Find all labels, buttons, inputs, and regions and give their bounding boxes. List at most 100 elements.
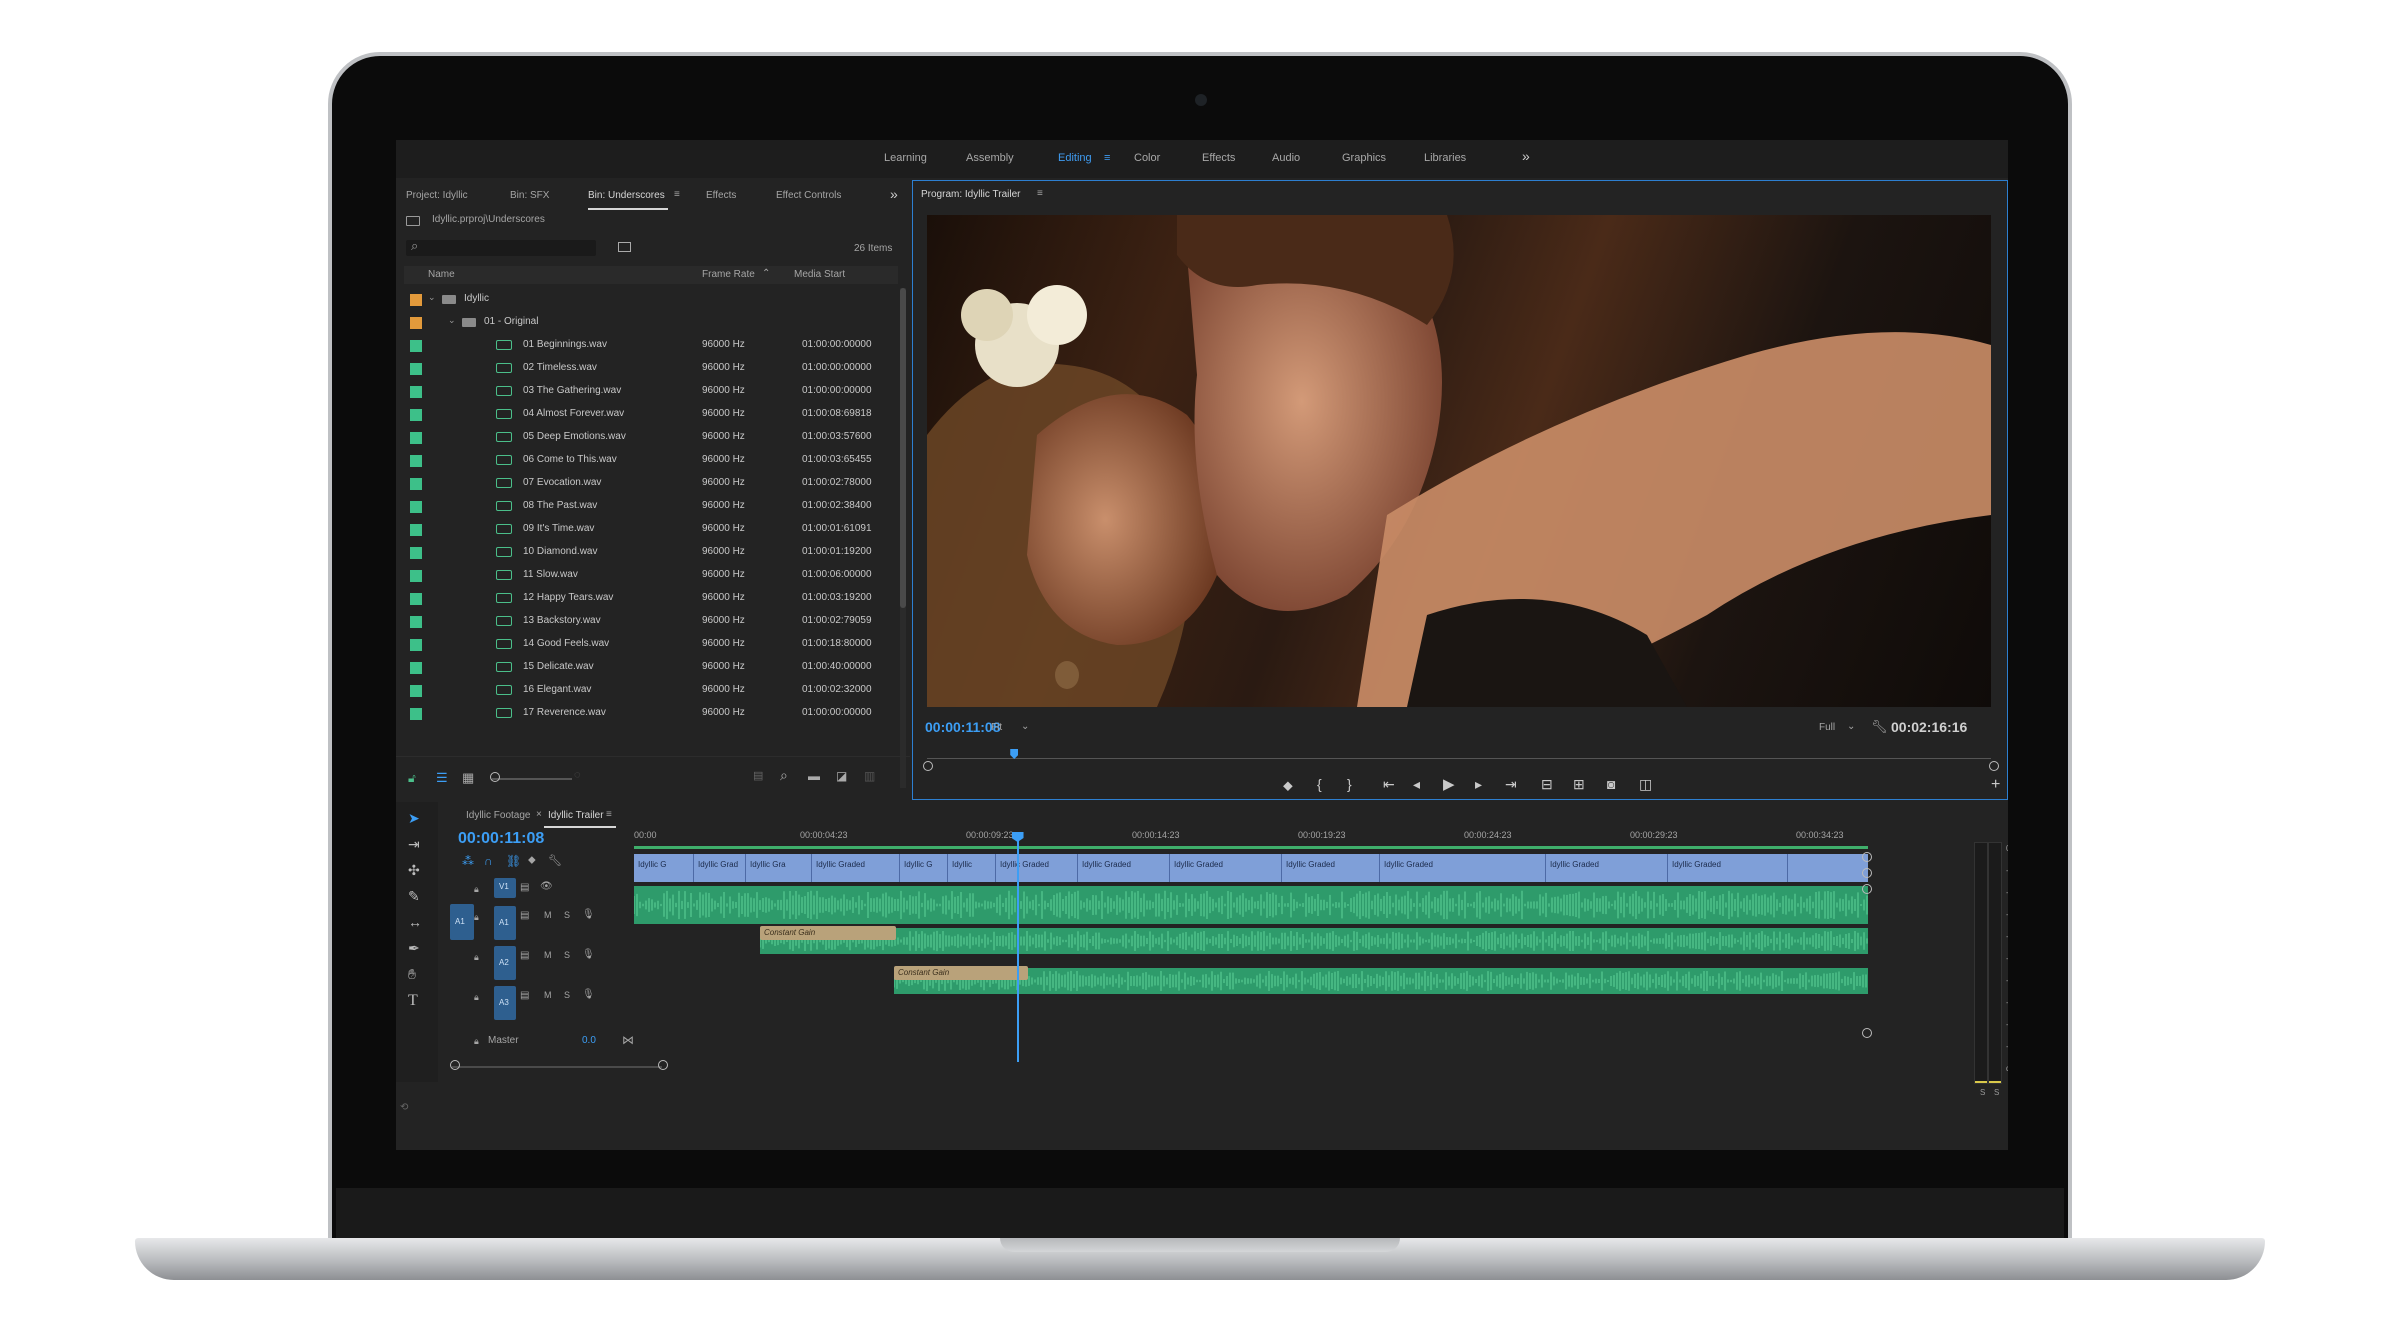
list-view-icon[interactable]: ☰ bbox=[436, 770, 448, 786]
zoom-start-handle[interactable] bbox=[923, 761, 933, 771]
list-item[interactable]: 08 The Past.wav 96000 Hz 01:00:02:38400 bbox=[396, 495, 910, 518]
microphone-icon[interactable]: 🎙︎ bbox=[582, 989, 595, 1000]
workspace-menu-icon[interactable]: ≡ bbox=[1104, 152, 1110, 164]
work-area-bar[interactable] bbox=[634, 846, 1868, 849]
type-tool-icon[interactable]: T bbox=[408, 992, 418, 1010]
automate-to-sequence-icon[interactable]: ▤ bbox=[753, 769, 763, 782]
play-icon[interactable]: ▶ bbox=[1443, 775, 1455, 793]
go-to-bounds-icon[interactable]: ⋈ bbox=[622, 1033, 634, 1047]
video-clip[interactable]: Idyllic Graded bbox=[1282, 854, 1380, 882]
video-clip[interactable]: Idyllic Gra bbox=[746, 854, 812, 882]
program-current-time[interactable]: 00:00:11:08 bbox=[925, 719, 1001, 735]
workspace-audio[interactable]: Audio bbox=[1272, 152, 1300, 164]
slip-tool-icon[interactable]: ↔ bbox=[408, 914, 422, 930]
panel-menu-icon[interactable]: ≡ bbox=[674, 189, 680, 200]
toggle-sync-icon[interactable]: ▤ bbox=[520, 950, 529, 961]
video-clip[interactable]: Idyllic Graded bbox=[1668, 854, 1788, 882]
linked-selection-icon[interactable]: ⛓︎ bbox=[506, 854, 521, 868]
bin-scrollbar[interactable] bbox=[900, 288, 906, 788]
lock-icon[interactable]: 🔒︎ bbox=[474, 952, 479, 963]
video-clip[interactable]: Idyllic G bbox=[900, 854, 948, 882]
track-height-handle[interactable] bbox=[1862, 1028, 1872, 1038]
folder-row[interactable]: ⌄ 01 - Original bbox=[396, 311, 910, 334]
microphone-icon[interactable]: 🎙︎ bbox=[582, 909, 595, 920]
lock-icon[interactable]: 🔒︎ bbox=[474, 992, 479, 1003]
ripple-edit-tool-icon[interactable]: ✣ bbox=[408, 862, 420, 879]
solo-right-button[interactable]: S bbox=[1994, 1088, 1999, 1097]
track-target-a3[interactable]: A3 bbox=[494, 986, 516, 1020]
tab-project[interactable]: Project: Idyllic bbox=[406, 190, 468, 201]
zoom-slider-handle[interactable] bbox=[490, 772, 500, 782]
video-clip[interactable]: Idyllic Graded bbox=[1546, 854, 1668, 882]
list-item[interactable]: 01 Beginnings.wav 96000 Hz 01:00:00:00000 bbox=[396, 334, 910, 357]
list-item[interactable]: 07 Evocation.wav 96000 Hz 01:00:02:78000 bbox=[396, 472, 910, 495]
video-clip[interactable]: Idyllic G bbox=[634, 854, 694, 882]
tab-idyllic-trailer[interactable]: Idyllic Trailer bbox=[548, 810, 604, 821]
column-name[interactable]: Name bbox=[428, 269, 455, 280]
export-frame-icon[interactable]: ◙ bbox=[1607, 776, 1615, 792]
wrench-icon[interactable]: 🔧︎ bbox=[1871, 719, 1888, 735]
lock-icon[interactable]: 🔒︎ bbox=[474, 884, 479, 895]
mute-button[interactable]: M bbox=[544, 950, 552, 960]
fit-dropdown[interactable]: Fit bbox=[991, 722, 1002, 733]
mark-in-icon[interactable]: { bbox=[1317, 776, 1322, 792]
add-marker-icon[interactable]: ⬥ bbox=[1283, 777, 1293, 794]
chevron-down-icon[interactable]: ⌄ bbox=[1021, 721, 1029, 732]
razor-tool-icon[interactable]: ✎ bbox=[408, 888, 420, 905]
audio-clip-a2[interactable] bbox=[759, 928, 1868, 954]
button-editor-icon[interactable]: + bbox=[1991, 776, 2000, 794]
workspace-assembly[interactable]: Assembly bbox=[966, 152, 1014, 164]
timeline-menu-icon[interactable]: ≡ bbox=[606, 809, 612, 820]
solo-left-button[interactable]: S bbox=[1980, 1088, 1985, 1097]
microphone-icon[interactable]: 🎙︎ bbox=[582, 949, 595, 960]
lock-icon[interactable]: 🔒︎ bbox=[474, 1036, 479, 1047]
column-frame-rate[interactable]: Frame Rate bbox=[702, 269, 755, 280]
track-select-tool-icon[interactable]: ⇥ bbox=[408, 836, 420, 853]
tab-bin-sfx[interactable]: Bin: SFX bbox=[510, 190, 549, 201]
workspace-libraries[interactable]: Libraries bbox=[1424, 152, 1466, 164]
pen-tool-icon[interactable]: ✒ bbox=[408, 940, 420, 957]
list-item[interactable]: 13 Backstory.wav 96000 Hz 01:00:02:79059 bbox=[396, 610, 910, 633]
workspace-editing[interactable]: Editing bbox=[1058, 152, 1092, 164]
disclosure-triangle-icon[interactable]: ⌄ bbox=[428, 292, 436, 303]
toggle-sync-icon[interactable]: ▤ bbox=[520, 990, 529, 1001]
sort-icons-icon[interactable]: ◌ bbox=[574, 769, 581, 781]
lock-icon[interactable]: 🔓︎ bbox=[408, 771, 416, 786]
workspace-graphics[interactable]: Graphics bbox=[1342, 152, 1386, 164]
scroll-end-handle[interactable] bbox=[658, 1060, 668, 1070]
zoom-slider[interactable] bbox=[492, 778, 572, 780]
workspace-color[interactable]: Color bbox=[1134, 152, 1160, 164]
snap-icon[interactable]: ∩ bbox=[484, 854, 493, 868]
extract-icon[interactable]: ⊞ bbox=[1573, 776, 1585, 793]
search-input[interactable] bbox=[406, 240, 596, 256]
folder-row[interactable]: ⌄ Idyllic bbox=[396, 288, 910, 311]
eye-icon[interactable]: 👁︎ bbox=[540, 881, 553, 892]
workspace-effects[interactable]: Effects bbox=[1202, 152, 1235, 164]
list-item[interactable]: 15 Delicate.wav 96000 Hz 01:00:40:00000 bbox=[396, 656, 910, 679]
nest-icon[interactable]: ⁂ bbox=[462, 854, 474, 868]
panel-overflow-icon[interactable]: » bbox=[890, 186, 898, 202]
list-item[interactable]: 16 Elegant.wav 96000 Hz 01:00:02:32000 bbox=[396, 679, 910, 702]
go-to-out-icon[interactable]: ⇥ bbox=[1505, 776, 1517, 793]
tab-effects[interactable]: Effects bbox=[706, 190, 736, 201]
add-marker-icon[interactable]: ⬥ bbox=[528, 854, 536, 867]
scroll-start-handle[interactable] bbox=[450, 1060, 460, 1070]
workspace-overflow-icon[interactable]: » bbox=[1522, 148, 1530, 164]
toggle-sync-icon[interactable]: ▤ bbox=[520, 882, 529, 893]
track-area[interactable]: 00:00 00:00:04:23 00:00:09:23 00:00:14:23 00… bbox=[633, 802, 1872, 1062]
solo-button[interactable]: S bbox=[564, 910, 570, 920]
bin-scrollbar-thumb[interactable] bbox=[900, 288, 906, 608]
video-clip[interactable]: Idyllic Grad bbox=[694, 854, 746, 882]
transition-constant-gain[interactable]: Constant Gain bbox=[760, 926, 896, 940]
monitor-time-ruler[interactable] bbox=[927, 754, 1991, 764]
tab-effect-controls[interactable]: Effect Controls bbox=[776, 190, 841, 201]
chevron-down-icon[interactable]: ⌄ bbox=[1847, 721, 1855, 732]
quality-dropdown[interactable]: Full bbox=[1819, 722, 1835, 733]
comparison-view-icon[interactable]: ◫ bbox=[1639, 776, 1652, 793]
selection-tool-icon[interactable]: ➤ bbox=[408, 810, 420, 827]
video-track-v1[interactable]: Idyllic G Idyllic Grad Idyllic Gra Idyllic … bbox=[634, 854, 1868, 882]
timeline-zoom-scrollbar[interactable] bbox=[452, 1066, 662, 1068]
list-item[interactable]: 06 Come to This.wav 96000 Hz 01:00:03:6545… bbox=[396, 449, 910, 472]
list-item[interactable]: 12 Happy Tears.wav 96000 Hz 01:00:03:19200 bbox=[396, 587, 910, 610]
list-item[interactable]: 17 Reverence.wav 96000 Hz 01:00:00:00000 bbox=[396, 702, 910, 725]
